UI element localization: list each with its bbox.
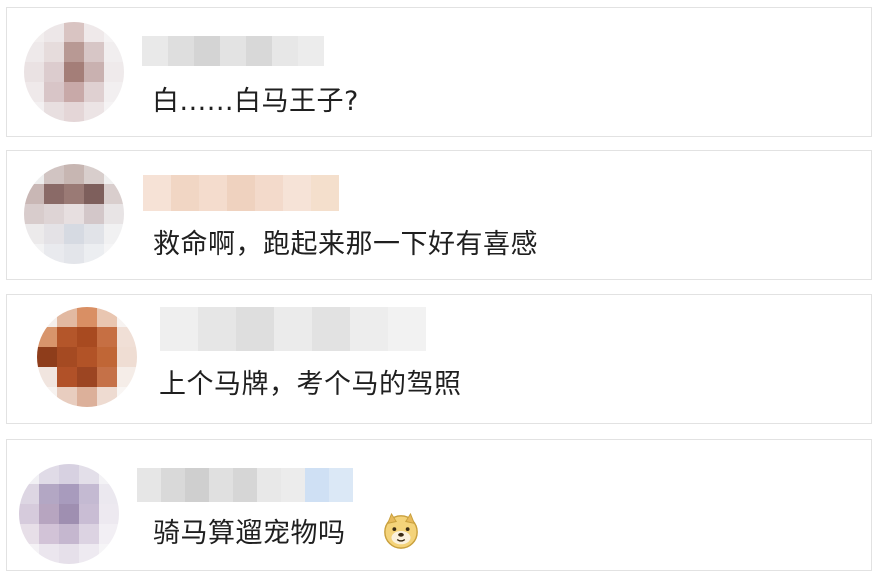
avatar[interactable]	[19, 464, 119, 564]
comment-text: 上个马牌，考个马的驾照	[159, 369, 462, 400]
comment-text: 救命啊，跑起来那一下好有喜感	[153, 229, 538, 260]
avatar[interactable]	[24, 22, 124, 122]
comment-text: 白......白马王子?	[152, 86, 359, 117]
doge-emoji-icon	[384, 512, 418, 549]
comment-card: 救命啊，跑起来那一下好有喜感	[6, 150, 872, 280]
username-blurred[interactable]	[143, 175, 339, 211]
username-blurred[interactable]	[160, 307, 426, 351]
comment-card: 上个马牌，考个马的驾照	[6, 294, 872, 424]
avatar[interactable]	[37, 307, 137, 407]
comment-card: 白......白马王子?	[6, 7, 872, 137]
comment-text: 骑马算遛宠物吗	[153, 518, 346, 549]
avatar[interactable]	[24, 164, 124, 264]
username-blurred[interactable]	[142, 36, 324, 66]
comment-card: 骑马算遛宠物吗	[6, 439, 872, 571]
username-blurred[interactable]	[137, 468, 353, 502]
